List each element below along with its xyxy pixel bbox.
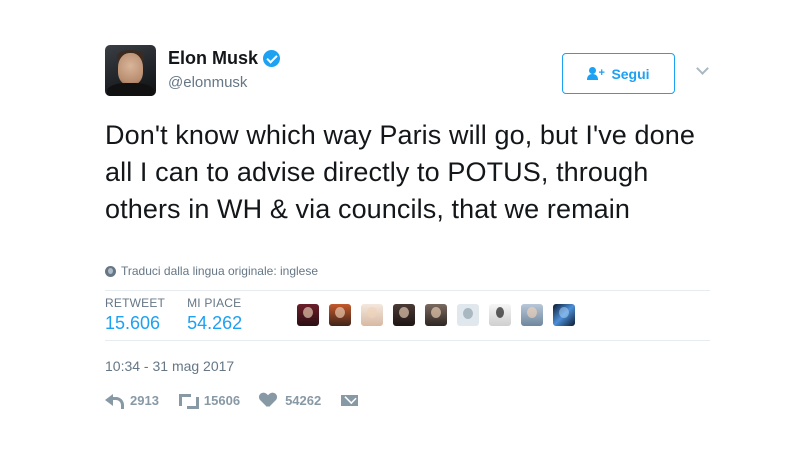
liker-avatar[interactable] [393, 304, 415, 326]
direct-message-button[interactable] [341, 392, 366, 408]
likers-avatars [297, 304, 585, 326]
follow-button[interactable]: + Segui [562, 53, 675, 94]
liker-avatar[interactable] [489, 304, 511, 326]
retweet-icon [178, 392, 199, 409]
author-username[interactable]: @elonmusk [168, 74, 280, 91]
verified-badge-icon [263, 50, 281, 67]
likes-stat-value: 54.262 [187, 313, 243, 333]
author-display-name-row[interactable]: Elon Musk [168, 48, 281, 69]
liker-avatar[interactable] [329, 304, 351, 326]
retweet-count: 15606 [203, 392, 241, 408]
divider-bottom [105, 340, 710, 341]
tweet-card: Elon Musk @elonmusk + Segui Don't know w… [105, 40, 715, 409]
avatar-face [118, 53, 143, 85]
retweet-stat[interactable]: RETWEET 15.606 [105, 296, 165, 334]
liker-avatar[interactable] [553, 304, 575, 326]
retweet-stat-label: RETWEET [105, 296, 166, 310]
retweet-button[interactable]: 15606 [178, 392, 241, 409]
likes-stat[interactable]: MI PIACE 54.262 [187, 296, 242, 334]
heart-icon [260, 392, 278, 408]
reply-icon [105, 392, 124, 409]
liker-avatar[interactable] [521, 304, 543, 326]
likes-stat-label: MI PIACE [187, 296, 242, 310]
tweet-timestamp[interactable]: 10:34 - 31 mag 2017 [105, 358, 234, 374]
tweet-text: Don't know which way Paris will go, but … [105, 120, 695, 224]
divider-top [105, 290, 710, 291]
translate-link[interactable]: Traduci dalla lingua originale: inglese [105, 264, 318, 278]
tweet-stats: RETWEET 15.606 MI PIACE 54.262 [105, 296, 264, 334]
liker-avatar[interactable] [297, 304, 319, 326]
chevron-down-icon[interactable] [696, 64, 708, 76]
reply-button[interactable]: 2913 [105, 392, 159, 409]
liker-avatar[interactable] [361, 304, 383, 326]
liker-avatar[interactable] [425, 304, 447, 326]
tweet-header: Elon Musk @elonmusk + Segui [105, 40, 715, 102]
like-count: 54262 [285, 392, 322, 408]
tweet-actions: 2913 15606 54262 [105, 392, 386, 409]
envelope-icon [341, 392, 359, 408]
avatar-shirt [107, 83, 154, 96]
like-button[interactable]: 54262 [260, 392, 321, 408]
translate-label: Traduci dalla lingua originale: inglese [121, 264, 319, 278]
author-display-name[interactable]: Elon Musk [168, 48, 258, 69]
liker-avatar-default[interactable] [457, 304, 479, 326]
retweet-stat-value: 15.606 [105, 313, 161, 333]
add-user-icon: + [587, 66, 605, 81]
author-names: Elon Musk @elonmusk [168, 48, 281, 91]
reply-count: 2913 [130, 392, 159, 408]
follow-button-label: Segui [611, 65, 650, 82]
globe-icon [105, 265, 116, 277]
author-avatar[interactable] [105, 45, 156, 96]
